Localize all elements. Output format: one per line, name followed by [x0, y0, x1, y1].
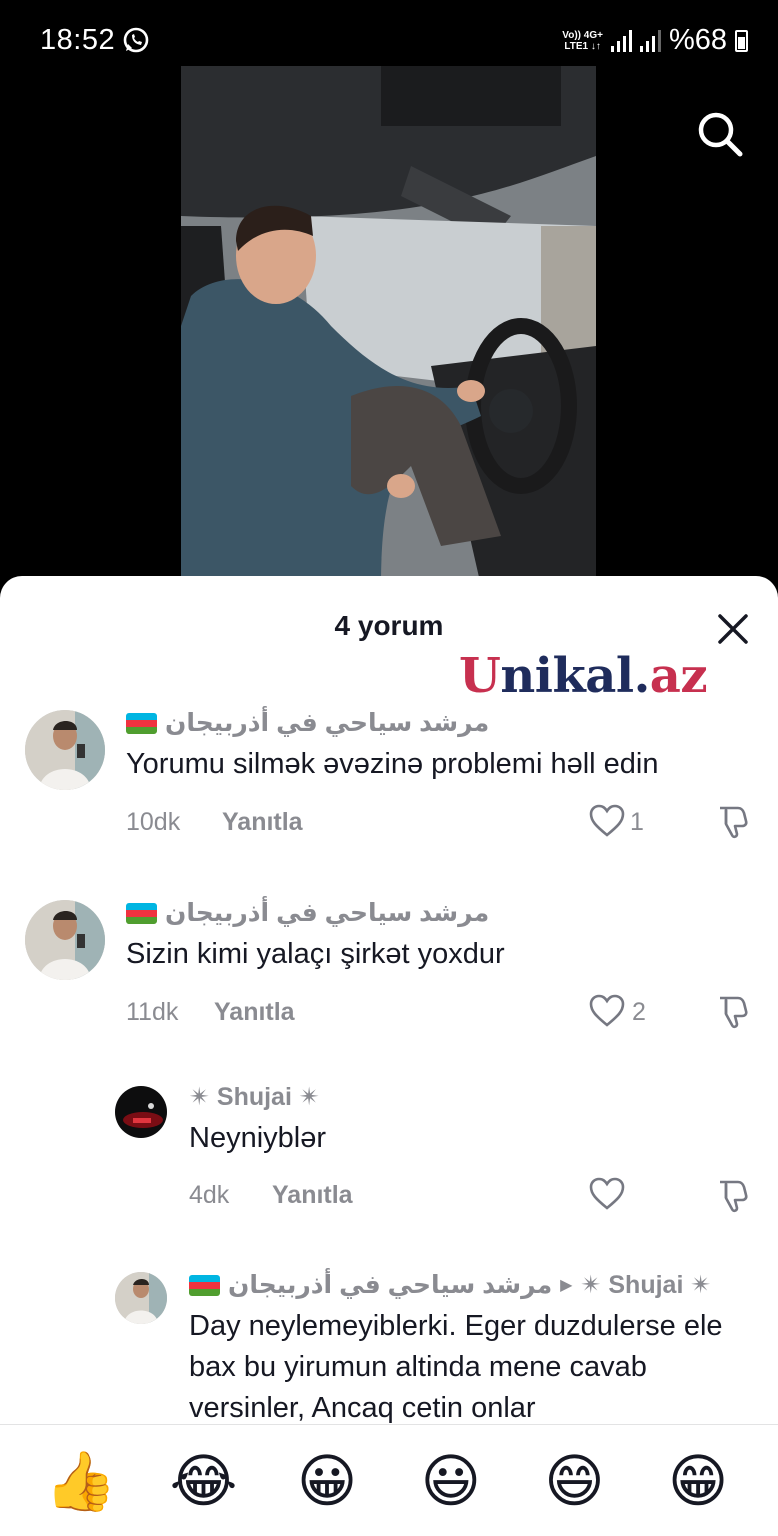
- signal-icon: [610, 29, 632, 52]
- comments-count-title: 4 yorum: [334, 610, 444, 641]
- azerbaijan-flag-icon: [126, 902, 157, 924]
- emoji-quick-bar: 👍 😂 😀 😃 😄 😁: [0, 1424, 778, 1536]
- comments-sheet: 4 yorum Unikal.az مرشد سياحي في أذربيجان…: [0, 576, 778, 1536]
- comment-text: Day neylemeyiblerki. Eger duzdulerse ele…: [189, 1310, 723, 1424]
- battery-percent: %68: [668, 24, 727, 56]
- status-indicators: Vo)) 4G+ LTE1 ↓↑ %68: [562, 24, 748, 57]
- comment-text: Sizin kimi yalaçı şirkət yoxdur: [126, 938, 505, 970]
- azerbaijan-flag-icon: [126, 712, 157, 734]
- reply-button[interactable]: Yanıtla: [222, 808, 303, 837]
- heart-icon[interactable]: [588, 804, 626, 838]
- comment-time: 11dk: [126, 998, 179, 1026]
- comment-username[interactable]: مرشد سياحي في أذربيجان ▶ ✴ Shujai ✴: [189, 1270, 711, 1300]
- video-player[interactable]: [0, 66, 778, 600]
- dislike-icon[interactable]: [714, 802, 752, 840]
- comment-time: 4dk: [189, 1181, 230, 1209]
- beaming-emoji-button[interactable]: 😁: [663, 1452, 733, 1510]
- grinning-emoji-button[interactable]: 😀: [292, 1452, 362, 1510]
- search-icon[interactable]: [694, 108, 746, 160]
- video-image: [181, 66, 596, 586]
- azerbaijan-flag-icon: [189, 1274, 220, 1296]
- like-count: 1: [630, 808, 644, 836]
- avatar[interactable]: [25, 710, 105, 790]
- avatar[interactable]: [115, 1086, 167, 1138]
- dislike-icon[interactable]: [714, 1176, 752, 1214]
- like-count: 2: [632, 998, 646, 1026]
- comment-text: Yorumu silmək əvəzinə problemi həll edin: [126, 748, 659, 780]
- heart-icon[interactable]: [588, 1177, 626, 1211]
- reply-arrow-icon: ▶: [560, 1277, 573, 1294]
- comment-username[interactable]: ✴ Shujai ✴: [189, 1082, 320, 1112]
- avatar[interactable]: [25, 900, 105, 980]
- comment-username[interactable]: مرشد سياحي في أذربيجان: [126, 898, 489, 928]
- network-indicator: Vo)) 4G+ LTE1 ↓↑: [562, 29, 603, 52]
- whatsapp-icon: [123, 27, 149, 53]
- close-icon[interactable]: [716, 612, 750, 646]
- heart-icon[interactable]: [588, 994, 626, 1028]
- status-time: 18:52: [40, 24, 116, 56]
- dislike-icon[interactable]: [714, 992, 752, 1030]
- site-watermark: Unikal.az: [459, 648, 708, 704]
- video-thumbnail[interactable]: [181, 66, 596, 586]
- comment-text: Neyniyblər: [189, 1122, 326, 1154]
- tears-of-joy-emoji-button[interactable]: 😂: [168, 1452, 238, 1510]
- comment-username[interactable]: مرشد سياحي في أذربيجان: [126, 708, 489, 738]
- avatar[interactable]: [115, 1272, 167, 1324]
- comment-time: 10dk: [126, 808, 181, 836]
- smiley-emoji-button[interactable]: 😃: [416, 1452, 486, 1510]
- signal-icon: [639, 29, 661, 52]
- reply-button[interactable]: Yanıtla: [272, 1181, 353, 1210]
- battery-icon: [735, 29, 748, 52]
- reply-button[interactable]: Yanıtla: [214, 998, 295, 1027]
- thumbs-up-emoji-button[interactable]: 👍: [45, 1452, 117, 1510]
- smile-emoji-button[interactable]: 😄: [539, 1452, 609, 1510]
